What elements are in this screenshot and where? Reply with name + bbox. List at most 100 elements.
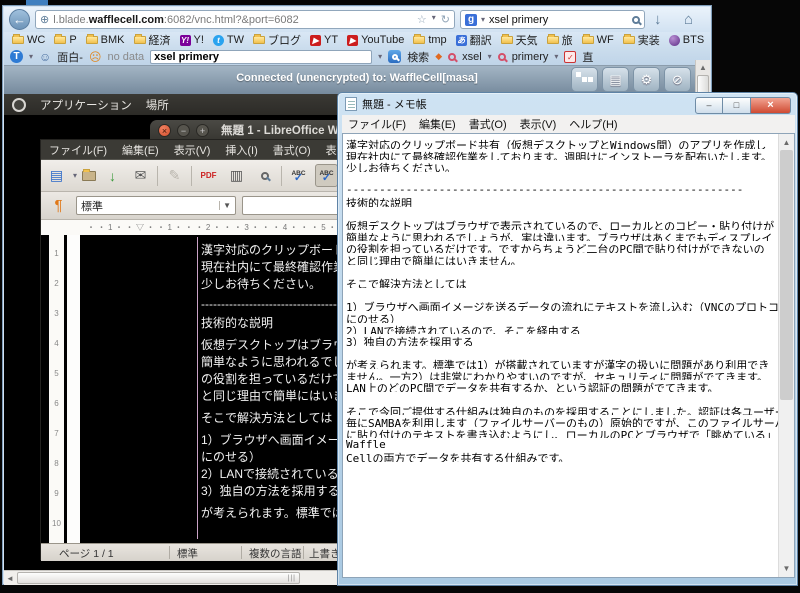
paragraph-style-combo[interactable]: 標準 ▼ xyxy=(76,196,236,215)
scroll-down-icon[interactable]: ▼ xyxy=(779,564,794,573)
back-button[interactable]: ← xyxy=(9,9,30,30)
quick-xsel-label[interactable]: xsel xyxy=(462,51,482,63)
combo-dropdown-icon[interactable]: ▼ xyxy=(219,201,231,210)
bookmark-translate[interactable]: あ翻訳 xyxy=(456,32,492,48)
clipboard-icon[interactable]: ▤ xyxy=(602,67,629,92)
writer-maximize-icon[interactable]: + xyxy=(196,124,209,137)
page-style-label[interactable]: 標準 xyxy=(177,546,198,561)
bookmark-yahoo[interactable]: Y!Y! xyxy=(180,34,204,46)
smiley-icon[interactable]: ☺ xyxy=(39,50,51,64)
notepad-scroll-thumb[interactable] xyxy=(780,150,793,400)
save-icon[interactable]: ↓ xyxy=(101,164,124,187)
quick-search-dropdown-icon[interactable]: ▾ xyxy=(378,52,382,61)
reload-icon[interactable]: ↻ xyxy=(441,13,450,26)
scroll-left-icon[interactable]: ◄ xyxy=(4,574,16,583)
bookmark-star-icon[interactable]: ☆ xyxy=(417,13,427,26)
paragraph-style-icon[interactable]: ¶ xyxy=(47,194,70,217)
search-engine-icon[interactable]: g xyxy=(465,14,477,26)
gnome-menu-applications[interactable]: アプリケーション xyxy=(40,97,132,113)
disconnect-icon[interactable]: ⊘ xyxy=(664,67,691,92)
home-button[interactable]: ⌂ xyxy=(684,11,693,28)
search-go-icon[interactable] xyxy=(632,16,640,24)
bookmark-tenki[interactable]: 天気 xyxy=(501,32,538,48)
menu-format[interactable]: 書式(O) xyxy=(273,142,311,158)
open-icon[interactable] xyxy=(82,171,96,181)
url-bar[interactable]: ⊕ l.blade.wafflecell.com:6082/vnc.html?&… xyxy=(35,10,455,29)
crying-face-icon[interactable]: ☹ xyxy=(89,50,102,64)
email-icon[interactable]: ✉ xyxy=(129,164,152,187)
quick-primery-label[interactable]: primery xyxy=(512,51,549,63)
folder-icon xyxy=(623,36,635,44)
menu-help[interactable]: ヘルプ(H) xyxy=(569,116,617,132)
bookmark-bts[interactable]: BTS xyxy=(669,34,704,46)
print-preview-icon[interactable] xyxy=(253,164,276,187)
naosu-icon[interactable]: ✓ xyxy=(564,51,576,63)
bookmark-yt[interactable]: ▶YT xyxy=(310,34,338,46)
ruler-number: 9 xyxy=(49,489,64,519)
print-icon[interactable]: ▥ xyxy=(225,164,248,187)
new-document-icon[interactable]: ▤ xyxy=(45,164,68,187)
notepad-window: 無題 - メモ帳 – □ × ファイル(F) 編集(E) 書式(O) 表示(V)… xyxy=(337,92,798,586)
spellcheck-icon[interactable]: ABC✓ xyxy=(287,164,310,187)
bookmark-blog[interactable]: ブログ xyxy=(253,32,301,48)
menu-format[interactable]: 書式(O) xyxy=(469,116,507,132)
bookmark-tabi[interactable]: 旅 xyxy=(547,32,573,48)
menu-edit[interactable]: 編集(E) xyxy=(419,116,456,132)
export-pdf-icon[interactable]: PDF xyxy=(197,164,220,187)
naosu-label[interactable]: 直 xyxy=(582,49,593,65)
menu-view[interactable]: 表示(V) xyxy=(520,116,557,132)
bookmark-twitter[interactable]: tTW xyxy=(213,34,244,46)
quick-primery-dropdown-icon[interactable]: ▾ xyxy=(554,52,558,61)
bookmark-youtube[interactable]: ▶YouTube xyxy=(347,34,404,46)
kensaku-label[interactable]: 検索 xyxy=(407,49,429,65)
vertical-ruler[interactable]: 1234567891011 xyxy=(49,235,64,543)
downloads-button[interactable]: ↓ xyxy=(654,11,662,28)
menu-edit[interactable]: 編集(E) xyxy=(122,142,159,158)
turbo-icon[interactable]: T xyxy=(10,50,23,63)
distro-logo-icon[interactable] xyxy=(12,98,26,112)
settings-gear-icon[interactable]: ⚙ xyxy=(633,67,660,92)
writer-close-icon[interactable]: × xyxy=(158,124,171,137)
search-bar[interactable]: g ▾ xsel primery xyxy=(460,10,645,29)
menu-insert[interactable]: 挿入(I) xyxy=(225,142,257,158)
bookmark-bmk[interactable]: BMK xyxy=(86,34,125,46)
gnome-menu-places[interactable]: 場所 xyxy=(146,97,169,113)
auto-spellcheck-icon[interactable]: ABC✓ xyxy=(315,164,338,187)
menu-view[interactable]: 表示(V) xyxy=(174,142,211,158)
scroll-up-icon[interactable]: ▲ xyxy=(696,63,710,72)
bookmark-tmp[interactable]: tmp xyxy=(413,34,446,46)
insert-mode-label[interactable]: 上書き xyxy=(309,546,341,561)
language-label[interactable]: 複数の言語 xyxy=(249,546,302,561)
kensaku-search-icon[interactable] xyxy=(388,50,401,63)
close-button[interactable]: × xyxy=(751,97,791,114)
quick-xsel-dropdown-icon[interactable]: ▾ xyxy=(488,52,492,61)
quick-xsel-icon[interactable] xyxy=(448,53,456,61)
turbo-dropdown-icon[interactable]: ▾ xyxy=(29,52,33,61)
bookmark-wf[interactable]: WF xyxy=(582,34,614,46)
new-dropdown-icon[interactable]: ▾ xyxy=(73,171,77,180)
url-dropdown-icon[interactable]: ▾ xyxy=(432,13,436,26)
maximize-button[interactable]: □ xyxy=(723,97,751,114)
bookmark-keizai[interactable]: 経済 xyxy=(134,32,171,48)
edit-icon[interactable]: ✎ xyxy=(163,164,186,187)
search-value[interactable]: xsel primery xyxy=(489,14,628,26)
scroll-up-icon[interactable]: ▲ xyxy=(779,138,794,147)
bookmark-jisso[interactable]: 実装 xyxy=(623,32,660,48)
quick-search-input[interactable] xyxy=(150,50,372,64)
menu-file[interactable]: ファイル(F) xyxy=(49,142,107,158)
engine-dropdown-icon[interactable]: ▾ xyxy=(481,15,485,24)
vnc-toolbar: ▤ ⚙ ⊘ xyxy=(571,67,691,92)
horizontal-scroll-thumb[interactable]: ||| xyxy=(17,572,300,584)
extra-keys-icon[interactable] xyxy=(571,67,598,92)
quick-primery-icon[interactable] xyxy=(498,53,506,61)
notepad-vertical-scrollbar[interactable]: ▲ ▼ xyxy=(778,134,794,577)
bookmark-p[interactable]: P xyxy=(54,34,76,46)
writer-minimize-icon[interactable]: − xyxy=(177,124,190,137)
bookmark-label: 旅 xyxy=(562,32,573,48)
omoshiro-label[interactable]: 面白- xyxy=(57,49,83,65)
magnifier-icon xyxy=(261,172,269,180)
bookmark-wc[interactable]: WC xyxy=(12,34,45,46)
notepad-text-area[interactable]: 漢字対応のクリップボード共有（仮想デスクトップとWindows間）のアプリを作成… xyxy=(343,134,779,577)
menu-file[interactable]: ファイル(F) xyxy=(348,116,406,132)
minimize-button[interactable]: – xyxy=(695,97,723,114)
